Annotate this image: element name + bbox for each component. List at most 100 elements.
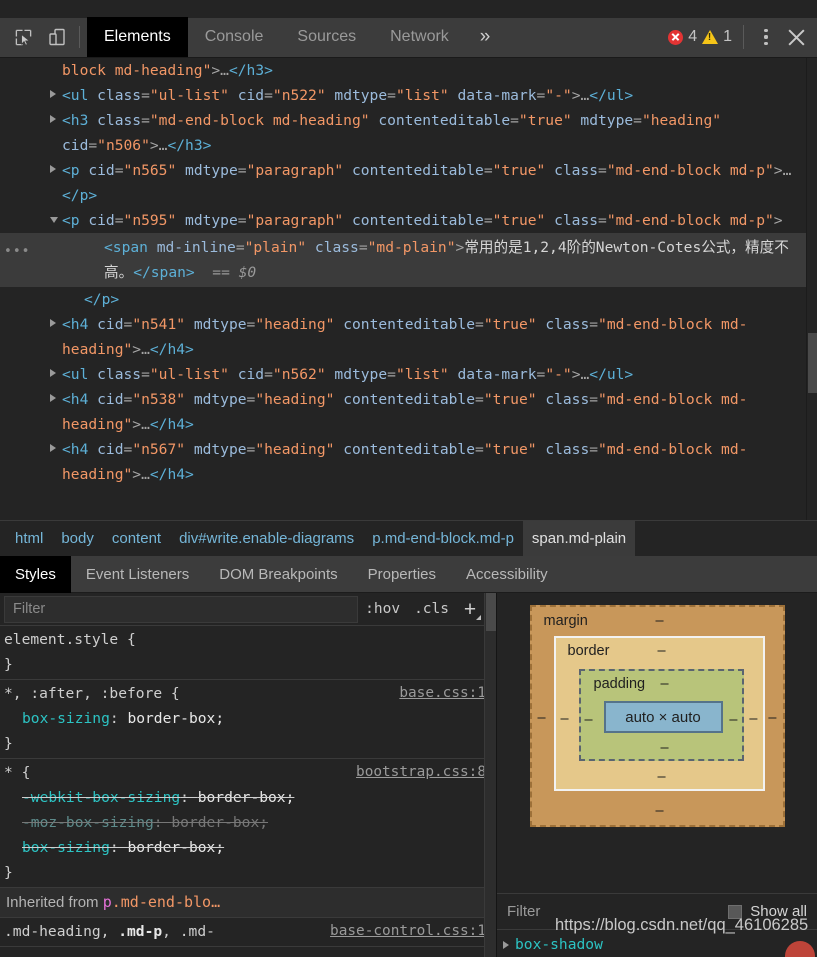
breadcrumb-item-3[interactable]: div#write.enable-diagrams (170, 521, 363, 556)
chevron-right-icon[interactable] (50, 444, 56, 452)
pane-tab-styles[interactable]: Styles (0, 555, 71, 593)
breadcrumb-item-4[interactable]: p.md-end-block.md-p (363, 521, 523, 556)
computed-properties-list[interactable]: box-shadow (497, 930, 817, 957)
breadcrumb-item-5[interactable]: span.md-plain (522, 521, 636, 556)
chevron-right-icon[interactable] (50, 394, 56, 402)
css-rule[interactable]: * { bootstrap.css:8 -webkit-box-sizing: bo… (0, 759, 496, 888)
border-left-value[interactable]: – (561, 711, 569, 727)
css-rule-selector[interactable]: *, :after, :before { (4, 681, 180, 706)
css-rule-selector[interactable]: * { (4, 760, 30, 785)
dom-node[interactable]: <h4 cid="n567" mdtype="heading" contente… (0, 437, 817, 487)
chevron-down-icon[interactable] (50, 217, 58, 223)
padding-right-value[interactable]: – (729, 712, 737, 728)
css-property-name[interactable]: -webkit-box-sizing (22, 789, 180, 806)
css-property-value[interactable]: border-box; (127, 710, 224, 727)
chevron-right-icon[interactable] (50, 369, 56, 377)
css-rule[interactable]: *, :after, :before {base.css:1 box-sizing… (0, 680, 496, 759)
device-toolbar-icon[interactable] (40, 20, 74, 54)
css-rule-origin-link[interactable]: base.css:1 (399, 681, 486, 706)
chevron-right-icon[interactable] (50, 319, 56, 327)
border-bottom-value[interactable]: – (658, 769, 666, 785)
box-model-margin[interactable]: margin – – – – border – – – – padding – (529, 605, 785, 827)
breadcrumb-item-0[interactable]: html (6, 521, 52, 556)
inherited-classes[interactable]: .md-end-blo… (112, 893, 220, 911)
issue-counters[interactable]: 4 1 (668, 28, 732, 46)
css-property-value[interactable]: border-box; (171, 814, 268, 831)
padding-bottom-value[interactable]: – (661, 740, 669, 756)
show-all-checkbox[interactable] (728, 904, 743, 919)
pane-tab-event-listeners[interactable]: Event Listeners (71, 556, 204, 593)
chevron-right-icon[interactable] (50, 165, 56, 173)
breadcrumb[interactable]: html body content div#write.enable-diagrams… (0, 520, 817, 556)
tab-elements[interactable]: Elements (87, 17, 188, 57)
css-declaration[interactable]: box-sizing: border-box; (0, 835, 496, 860)
css-rule-selector[interactable]: element.style { (4, 627, 136, 652)
margin-left-value[interactable]: – (538, 710, 546, 726)
styles-scrollbar[interactable] (484, 593, 496, 957)
box-model-border[interactable]: border – – – – padding – – – – auto × au… (553, 636, 765, 791)
margin-right-value[interactable]: – (768, 710, 776, 726)
border-top-value[interactable]: – (658, 643, 666, 659)
dom-tree-panel[interactable]: block md-heading">…</h3> <ul class="ul-li… (0, 58, 817, 520)
inherited-tag[interactable]: p (103, 893, 112, 911)
css-property-name[interactable]: -moz-box-sizing (22, 814, 154, 831)
dom-scrollbar[interactable] (806, 58, 817, 520)
css-declaration[interactable]: -webkit-box-sizing: border-box; (0, 785, 496, 810)
breadcrumb-item-2[interactable]: content (103, 521, 170, 556)
dom-node-badge[interactable]: ••• (4, 239, 30, 264)
chevron-right-icon[interactable] (503, 941, 509, 949)
css-rule-inherited[interactable]: .md-heading, .md-p, .md-base-control.css… (0, 918, 496, 947)
dom-node[interactable]: <ul class="ul-list" cid="n522" mdtype="l… (0, 83, 817, 108)
tab-network[interactable]: Network (373, 17, 466, 57)
css-property-name[interactable]: box-sizing (22, 839, 110, 856)
css-rule-origin-link[interactable]: bootstrap.css:8 (356, 760, 486, 785)
chevron-right-icon[interactable] (50, 115, 56, 123)
css-rule-selector[interactable]: .md-heading, .md-p, .md- (4, 919, 215, 944)
css-rules-list[interactable]: element.style {} *, :after, :before { base… (0, 626, 496, 957)
margin-top-value[interactable]: – (656, 613, 664, 629)
pane-tab-properties[interactable]: Properties (353, 556, 451, 593)
css-declaration[interactable]: -moz-box-sizing: border-box; (0, 810, 496, 835)
computed-row[interactable]: box-shadow (503, 933, 817, 957)
dom-node[interactable]: <p cid="n595" mdtype="paragraph" content… (0, 208, 817, 233)
computed-filter-input[interactable] (505, 902, 635, 921)
hov-toggle-button[interactable]: :hov (358, 601, 407, 617)
dom-tree[interactable]: block md-heading">…</h3> <ul class="ul-li… (0, 58, 817, 487)
breadcrumb-item-1[interactable]: body (52, 521, 103, 556)
sidebar-pane-tabs[interactable]: Styles Event Listeners DOM Breakpoints Prop… (0, 555, 817, 593)
margin-bottom-value[interactable]: – (656, 803, 664, 819)
dom-node[interactable]: block md-heading">…</h3> (0, 58, 817, 83)
chevron-right-icon[interactable] (50, 90, 56, 98)
padding-left-value[interactable]: – (585, 712, 593, 728)
kebab-menu-icon[interactable] (753, 29, 779, 45)
css-property-value[interactable]: border-box; (198, 789, 295, 806)
dom-node[interactable]: <p cid="n565" mdtype="paragraph" content… (0, 158, 817, 208)
new-style-rule-button[interactable]: + (456, 594, 484, 624)
show-all-toggle[interactable]: Show all (728, 903, 807, 920)
tab-console[interactable]: Console (188, 17, 281, 57)
styles-scrollbar-thumb[interactable] (486, 593, 496, 631)
dom-node[interactable]: </p> (0, 287, 817, 312)
box-model-padding[interactable]: padding – – – – auto × auto (578, 669, 744, 761)
dom-node[interactable]: <ul class="ul-list" cid="n562" mdtype="l… (0, 362, 817, 387)
css-rule-origin-link[interactable]: base-control.css:1 (330, 919, 486, 944)
css-property-name[interactable]: box-sizing (22, 710, 110, 727)
border-right-value[interactable]: – (749, 711, 757, 727)
css-property-value[interactable]: border-box; (127, 839, 224, 856)
dom-node[interactable]: <h4 cid="n541" mdtype="heading" contente… (0, 312, 817, 362)
dom-node[interactable]: <h3 class="md-end-block md-heading" cont… (0, 108, 817, 158)
padding-top-value[interactable]: – (661, 676, 669, 692)
dom-node-selected[interactable]: ••• <span md-inline="plain" class="md-pla… (0, 233, 817, 287)
dom-scrollbar-thumb[interactable] (808, 333, 817, 393)
more-tabs-button[interactable]: » (466, 17, 505, 57)
cls-toggle-button[interactable]: .cls (407, 601, 456, 617)
styles-filter-input[interactable] (4, 595, 359, 623)
pane-tab-dom-breakpoints[interactable]: DOM Breakpoints (204, 556, 352, 593)
css-declaration[interactable]: box-sizing: border-box; (0, 706, 496, 731)
inspect-cursor-icon[interactable] (6, 20, 40, 54)
close-icon[interactable] (779, 20, 813, 54)
css-rule[interactable]: element.style {} (0, 626, 496, 680)
pane-tab-accessibility[interactable]: Accessibility (451, 556, 563, 593)
dom-node[interactable]: <h4 cid="n538" mdtype="heading" contente… (0, 387, 817, 437)
tab-sources[interactable]: Sources (280, 17, 373, 57)
